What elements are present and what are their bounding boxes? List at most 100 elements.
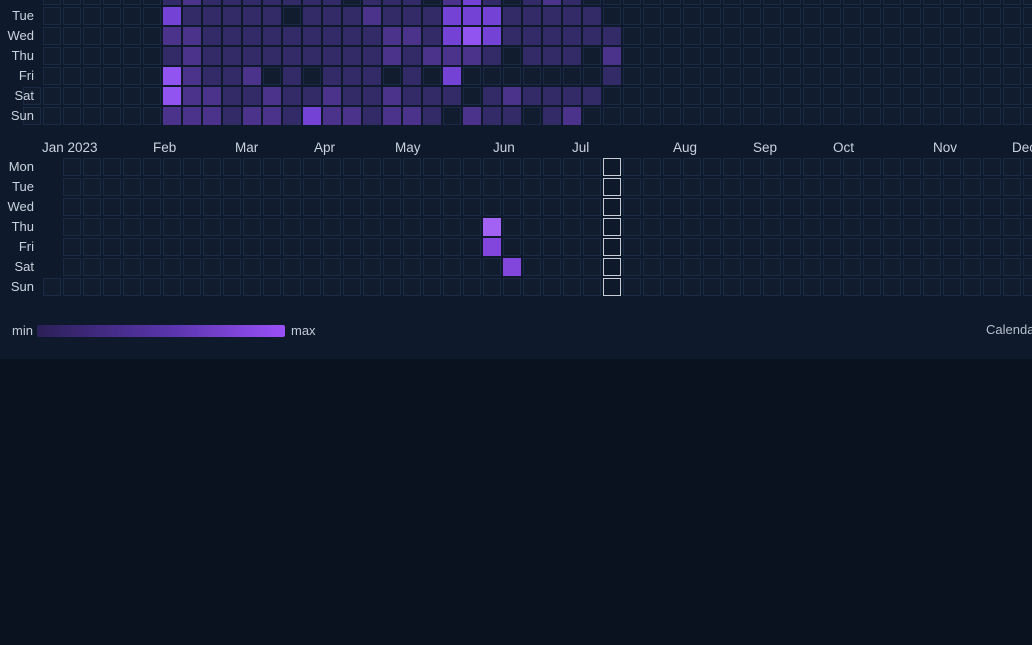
heatmap-cell[interactable]: [543, 27, 561, 45]
heatmap-cell[interactable]: [563, 27, 581, 45]
heatmap-cell[interactable]: [303, 107, 321, 125]
heatmap-cell[interactable]: [383, 7, 401, 25]
heatmap-cell[interactable]: [183, 67, 201, 85]
heatmap-cell[interactable]: [283, 107, 301, 125]
heatmap-cell[interactable]: [563, 0, 581, 5]
heatmap-cell[interactable]: [263, 27, 281, 45]
heatmap-cell[interactable]: [383, 47, 401, 65]
calendar-link[interactable]: Calendar: [986, 322, 1032, 337]
heatmap-cell[interactable]: [163, 47, 181, 65]
heatmap-cell[interactable]: [163, 87, 181, 105]
heatmap-cell[interactable]: [323, 7, 341, 25]
heatmap-cell[interactable]: [403, 7, 421, 25]
heatmap-cell[interactable]: [163, 67, 181, 85]
heatmap-cell[interactable]: [183, 107, 201, 125]
heatmap-cell[interactable]: [423, 87, 441, 105]
heatmap-cell[interactable]: [463, 47, 481, 65]
heatmap-cell[interactable]: [203, 87, 221, 105]
heatmap-cell[interactable]: [183, 87, 201, 105]
heatmap-cell[interactable]: [183, 47, 201, 65]
heatmap-cell[interactable]: [483, 218, 501, 236]
heatmap-cell[interactable]: [583, 27, 601, 45]
heatmap-cell[interactable]: [483, 0, 501, 5]
heatmap-cell[interactable]: [423, 27, 441, 45]
heatmap-cell[interactable]: [323, 87, 341, 105]
heatmap-cell[interactable]: [403, 47, 421, 65]
heatmap-cell[interactable]: [223, 0, 241, 5]
heatmap-cell[interactable]: [543, 7, 561, 25]
heatmap-cell[interactable]: [363, 7, 381, 25]
heatmap-cell[interactable]: [563, 47, 581, 65]
heatmap-cell[interactable]: [263, 0, 281, 5]
heatmap-cell[interactable]: [223, 87, 241, 105]
heatmap-cell[interactable]: [243, 107, 261, 125]
heatmap-cell[interactable]: [363, 67, 381, 85]
heatmap-cell[interactable]: [563, 107, 581, 125]
heatmap-cell[interactable]: [563, 7, 581, 25]
heatmap-cell[interactable]: [503, 107, 521, 125]
heatmap-cell[interactable]: [383, 0, 401, 5]
heatmap-cell[interactable]: [283, 27, 301, 45]
heatmap-cell[interactable]: [443, 27, 461, 45]
heatmap-cell[interactable]: [163, 7, 181, 25]
heatmap-cell[interactable]: [543, 87, 561, 105]
heatmap-cell[interactable]: [443, 47, 461, 65]
heatmap-cell[interactable]: [323, 47, 341, 65]
heatmap-cell[interactable]: [243, 87, 261, 105]
heatmap-cell[interactable]: [383, 27, 401, 45]
heatmap-cell[interactable]: [203, 107, 221, 125]
heatmap-cell[interactable]: [283, 67, 301, 85]
heatmap-cell[interactable]: [203, 27, 221, 45]
heatmap-cell[interactable]: [543, 0, 561, 5]
heatmap-cell[interactable]: [583, 87, 601, 105]
heatmap-cell[interactable]: [463, 107, 481, 125]
heatmap-cell[interactable]: [183, 7, 201, 25]
heatmap-cell[interactable]: [463, 7, 481, 25]
heatmap-cell[interactable]: [343, 47, 361, 65]
heatmap-cell[interactable]: [183, 27, 201, 45]
heatmap-cell[interactable]: [223, 27, 241, 45]
heatmap-cell[interactable]: [363, 107, 381, 125]
heatmap-cell[interactable]: [603, 67, 621, 85]
heatmap-cell[interactable]: [203, 47, 221, 65]
heatmap-cell[interactable]: [263, 107, 281, 125]
heatmap-cell[interactable]: [223, 107, 241, 125]
heatmap-cell[interactable]: [443, 67, 461, 85]
heatmap-cell[interactable]: [503, 87, 521, 105]
heatmap-cell[interactable]: [303, 87, 321, 105]
heatmap-cell[interactable]: [363, 87, 381, 105]
heatmap-cell[interactable]: [403, 0, 421, 5]
heatmap-cell[interactable]: [343, 27, 361, 45]
heatmap-cell[interactable]: [483, 47, 501, 65]
heatmap-cell[interactable]: [403, 107, 421, 125]
heatmap-cell[interactable]: [523, 7, 541, 25]
heatmap-cell[interactable]: [543, 47, 561, 65]
heatmap-cell[interactable]: [303, 0, 321, 5]
heatmap-cell[interactable]: [163, 0, 181, 5]
heatmap-cell[interactable]: [523, 47, 541, 65]
heatmap-cell[interactable]: [223, 67, 241, 85]
heatmap-cell[interactable]: [403, 27, 421, 45]
heatmap-cell[interactable]: [363, 27, 381, 45]
heatmap-cell[interactable]: [463, 0, 481, 5]
heatmap-cell[interactable]: [523, 27, 541, 45]
heatmap-cell[interactable]: [503, 258, 521, 276]
heatmap-cell[interactable]: [323, 27, 341, 45]
heatmap-cell[interactable]: [163, 27, 181, 45]
heatmap-cell[interactable]: [343, 7, 361, 25]
heatmap-cell[interactable]: [603, 27, 621, 45]
heatmap-cell[interactable]: [243, 27, 261, 45]
heatmap-cell[interactable]: [363, 0, 381, 5]
heatmap-cell[interactable]: [563, 87, 581, 105]
heatmap-cell[interactable]: [303, 27, 321, 45]
heatmap-cell[interactable]: [483, 27, 501, 45]
heatmap-cell[interactable]: [263, 47, 281, 65]
heatmap-cell[interactable]: [223, 7, 241, 25]
heatmap-cell[interactable]: [183, 0, 201, 5]
heatmap-cell[interactable]: [323, 107, 341, 125]
heatmap-cell[interactable]: [543, 107, 561, 125]
heatmap-cell[interactable]: [463, 27, 481, 45]
heatmap-cell[interactable]: [483, 107, 501, 125]
heatmap-cell[interactable]: [163, 107, 181, 125]
heatmap-cell[interactable]: [343, 87, 361, 105]
